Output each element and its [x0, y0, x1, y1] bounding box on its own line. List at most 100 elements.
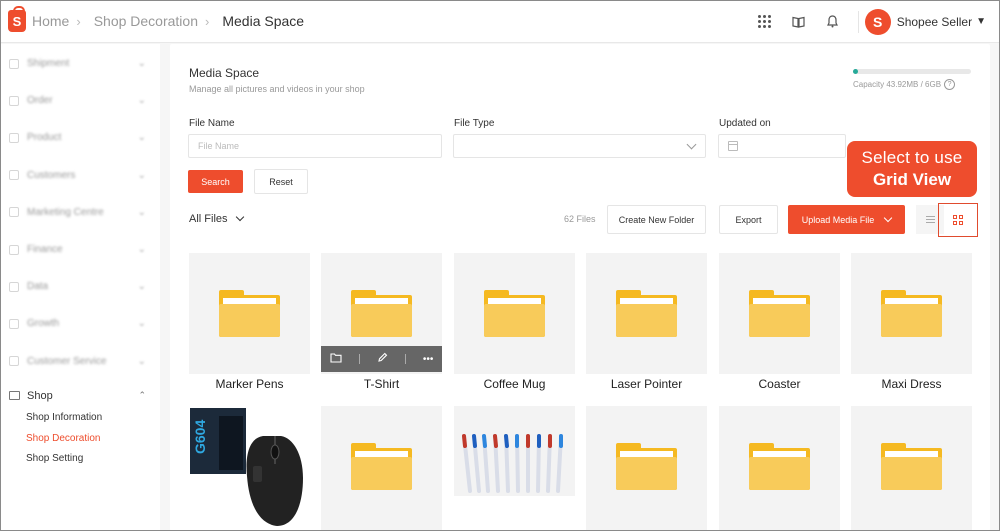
sidebar-item-label: Growth	[27, 318, 60, 330]
sidebar-item-customer-service[interactable]: Customer Service ⌄	[0, 343, 160, 380]
shopee-logo-icon[interactable]: S	[8, 6, 26, 32]
apps-grid-icon[interactable]	[748, 0, 782, 43]
all-files-label: All Files	[189, 213, 228, 225]
divider	[358, 354, 360, 364]
callout-line-2: Grid View	[872, 170, 952, 189]
shipment-icon	[9, 58, 19, 69]
sidebar-subitem-shop-setting[interactable]: Shop Setting	[0, 449, 160, 470]
customer-service-icon	[9, 356, 19, 367]
help-icon[interactable]: ?	[944, 79, 956, 90]
data-icon	[9, 281, 19, 292]
sidebar-item-label: Finance	[27, 244, 63, 256]
breadcrumb-home[interactable]: Home	[32, 13, 69, 29]
top-bar: S Home › Shop Decoration › Media Space S…	[0, 0, 1000, 43]
divider	[857, 10, 859, 33]
order-icon	[9, 95, 19, 106]
breadcrumb-parent[interactable]: Shop Decoration	[94, 13, 198, 29]
sidebar-item-shipment[interactable]: Shipment ⌄	[0, 45, 160, 82]
sidebar-item-finance[interactable]: Finance ⌄	[0, 231, 160, 268]
sidebar-item-product[interactable]: Product ⌄	[0, 119, 160, 156]
sidebar-item-order[interactable]: Order ⌄	[0, 82, 160, 119]
file-name-input[interactable]: File Name	[188, 134, 442, 158]
avatar[interactable]: S	[864, 8, 891, 35]
tile-name: Coaster	[758, 377, 801, 391]
file-name-label: File Name	[189, 118, 235, 129]
chevron-down-icon: ⌄	[137, 169, 146, 181]
folder-tile[interactable]	[851, 406, 972, 531]
folder-tile-coffee-mug[interactable]	[454, 253, 575, 374]
calendar-icon	[728, 141, 738, 151]
all-files-dropdown[interactable]: All Files	[189, 212, 244, 225]
capacity-fill	[853, 69, 858, 74]
updated-on-label: Updated on	[719, 118, 771, 129]
folder-tile-maxi-dress[interactable]	[851, 253, 972, 374]
tile-name: Laser Pointer	[610, 377, 683, 391]
updated-on-date-picker[interactable]	[718, 134, 846, 158]
sidebar-item-customers[interactable]: Customers ⌄	[0, 157, 160, 194]
sidebar-item-label: Product	[27, 132, 62, 144]
sidebar: Shipment ⌄ Order ⌄ Product ⌄ Customers ⌄ Mar…	[0, 44, 160, 531]
pens-image	[462, 434, 563, 493]
folder-icon	[881, 290, 942, 337]
sidebar-item-label: Data	[27, 281, 49, 293]
search-button[interactable]: Search	[188, 170, 243, 193]
folder-icon	[484, 290, 545, 337]
page-subtitle: Manage all pictures and videos in your s…	[189, 84, 365, 94]
capacity-bar	[853, 69, 971, 74]
edit-pencil-icon[interactable]	[377, 352, 388, 366]
image-tile-pens[interactable]	[454, 406, 575, 496]
sidebar-subitem-shop-information[interactable]: Shop Information	[0, 408, 160, 429]
file-name-placeholder: File Name	[198, 141, 240, 151]
seller-name[interactable]: Shopee Seller	[897, 15, 972, 29]
sidebar-item-label: Marketing Centre	[27, 206, 104, 218]
folder-tile-marker-pens[interactable]	[189, 253, 310, 374]
image-tile-gaming-mouse[interactable]: G604	[189, 406, 310, 531]
sidebar-item-marketing[interactable]: Marketing Centre ⌄	[0, 194, 160, 231]
sidebar-item-label: Customer Service	[27, 355, 107, 367]
chevron-down-icon: ⌄	[137, 318, 146, 330]
chevron-down-icon: ⌄	[137, 281, 146, 293]
folder-hover-actions: •••	[321, 346, 442, 372]
sidebar-item-growth[interactable]: Growth ⌄	[0, 305, 160, 342]
chevron-down-icon[interactable]: ▼	[976, 16, 986, 27]
grid-view-highlight	[938, 203, 978, 237]
capacity-info: Capacity 43.92MB / 6GB ?	[853, 79, 956, 90]
product-icon	[9, 132, 19, 143]
sidebar-item-data[interactable]: Data ⌄	[0, 268, 160, 305]
bell-icon[interactable]	[816, 0, 850, 43]
export-button[interactable]: Export	[719, 205, 778, 234]
tile-name: Maxi Dress	[881, 377, 942, 391]
folder-tile-coaster[interactable]	[719, 253, 840, 374]
chevron-down-icon: ⌄	[137, 132, 146, 144]
reset-button[interactable]: Reset	[254, 169, 308, 194]
folder-icon	[351, 290, 412, 337]
sidebar-subitem-shop-decoration[interactable]: Shop Decoration	[0, 428, 160, 449]
sidebar-item-shop[interactable]: Shop ⌃	[0, 384, 160, 408]
callout-tooltip: Select to use Grid View	[847, 141, 977, 197]
folder-tile[interactable]	[586, 406, 707, 531]
breadcrumb-separator-icon: ›	[76, 13, 81, 29]
create-new-folder-button[interactable]: Create New Folder	[607, 205, 706, 234]
open-folder-icon[interactable]	[329, 352, 342, 366]
more-options-icon[interactable]: •••	[423, 354, 434, 365]
folder-icon	[881, 443, 942, 490]
chevron-down-icon	[884, 213, 893, 223]
tile-name: Marker Pens	[215, 377, 284, 391]
folder-tile-laser-pointer[interactable]	[586, 253, 707, 374]
file-type-select[interactable]	[453, 134, 706, 158]
tile-name: Coffee Mug	[483, 377, 546, 391]
folder-tile[interactable]	[321, 406, 442, 531]
growth-icon	[9, 318, 19, 329]
upload-media-file-button[interactable]: Upload Media File	[788, 205, 905, 234]
folder-tile[interactable]	[719, 406, 840, 531]
callout-line-1: Select to use	[861, 148, 963, 167]
book-icon[interactable]	[782, 0, 816, 43]
sidebar-item-label: Shop	[27, 389, 53, 402]
breadcrumb-separator-icon: ›	[205, 13, 210, 29]
folder-icon	[749, 290, 810, 337]
chevron-down-icon: ⌄	[137, 244, 146, 256]
upload-label: Upload Media File	[801, 214, 875, 225]
page-title: Media Space	[189, 66, 260, 80]
sidebar-item-label: Order	[27, 95, 53, 107]
divider	[404, 354, 406, 364]
